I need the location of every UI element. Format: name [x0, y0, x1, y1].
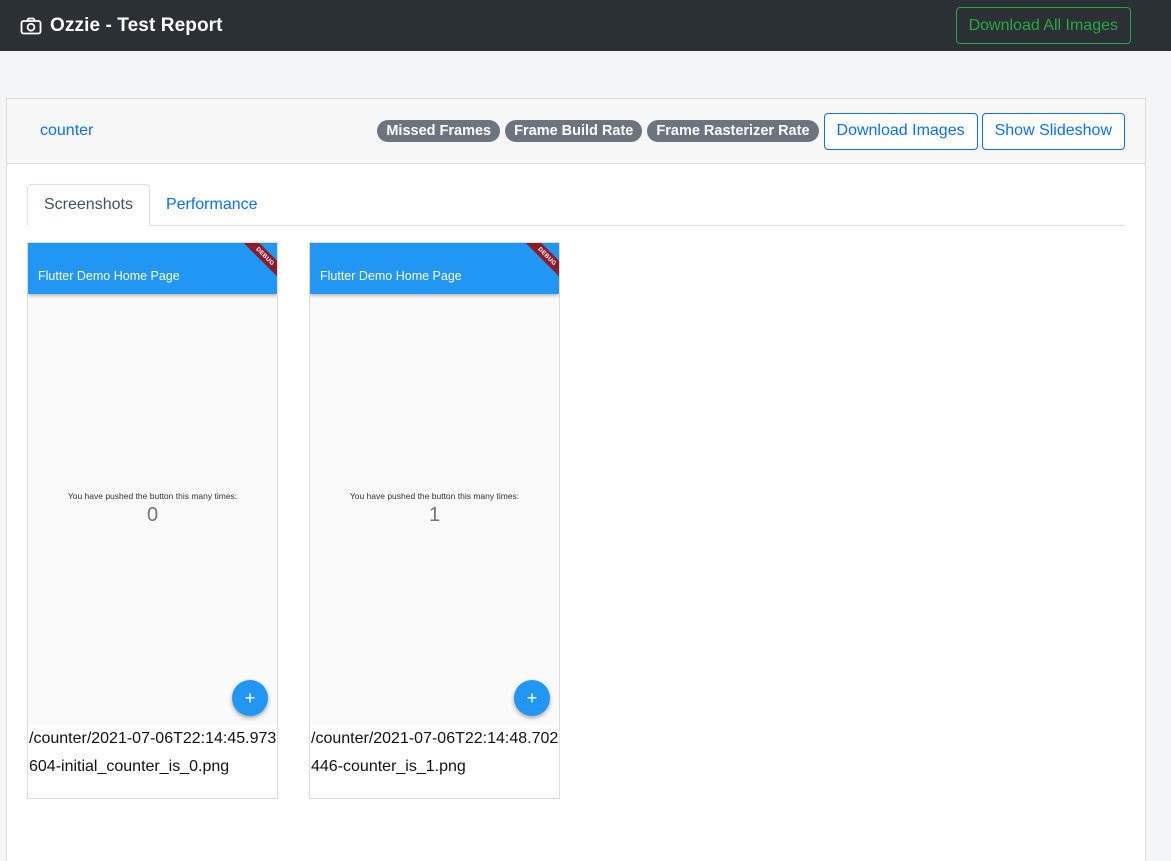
show-slideshow-button[interactable]: Show Slideshow [981, 112, 1125, 150]
top-navbar: Ozzie - Test Report Download All Images [0, 0, 1171, 51]
camera-icon [20, 17, 42, 34]
add-icon: + [514, 680, 550, 716]
brand: Ozzie - Test Report [20, 15, 223, 37]
app-bar-title: Flutter Demo Home Page [320, 269, 462, 283]
test-suite-card: counter Missed Frames Frame Build Rate F… [6, 98, 1146, 861]
counter-value: 0 [146, 504, 159, 526]
app-bar: Flutter Demo Home Page [310, 243, 559, 294]
tab-bar: Screenshots Performance [27, 184, 1125, 226]
page-title: Ozzie - Test Report [50, 14, 223, 36]
download-images-button[interactable]: Download Images [823, 112, 978, 150]
screenshot-caption: /counter/2021-07-06T22:14:45.973604-init… [29, 730, 277, 775]
tab-performance[interactable]: Performance [150, 184, 274, 226]
screenshot-image[interactable]: Flutter Demo Home Page DEBUG You have pu… [28, 243, 277, 725]
screenshot-grid: Flutter Demo Home Page DEBUG You have pu… [27, 226, 1125, 799]
frame-build-rate-badge[interactable]: Frame Build Rate [505, 120, 643, 142]
screenshot-caption: /counter/2021-07-06T22:14:48.702446-coun… [311, 730, 559, 775]
counter-value: 1 [428, 504, 441, 526]
app-bar: Flutter Demo Home Page [28, 243, 277, 294]
add-icon: + [232, 680, 268, 716]
app-bar-title: Flutter Demo Home Page [38, 269, 180, 283]
download-all-images-button[interactable]: Download All Images [955, 7, 1131, 44]
tab-screenshots[interactable]: Screenshots [27, 184, 150, 226]
missed-frames-badge[interactable]: Missed Frames [377, 120, 501, 142]
header-actions: Missed Frames Frame Build Rate Frame Ras… [377, 112, 1125, 150]
frame-rasterizer-rate-badge[interactable]: Frame Rasterizer Rate [647, 120, 819, 142]
screenshot-card[interactable]: Flutter Demo Home Page DEBUG You have pu… [27, 242, 278, 799]
counter-message: You have pushed the button this many tim… [67, 491, 238, 501]
screenshot-card[interactable]: Flutter Demo Home Page DEBUG You have pu… [309, 242, 560, 799]
card-header: counter Missed Frames Frame Build Rate F… [7, 99, 1145, 164]
suite-name-link[interactable]: counter [40, 122, 93, 140]
card-body: Screenshots Performance Flutter Demo Hom… [7, 164, 1145, 799]
screenshot-image[interactable]: Flutter Demo Home Page DEBUG You have pu… [310, 243, 559, 725]
counter-message: You have pushed the button this many tim… [349, 491, 520, 501]
